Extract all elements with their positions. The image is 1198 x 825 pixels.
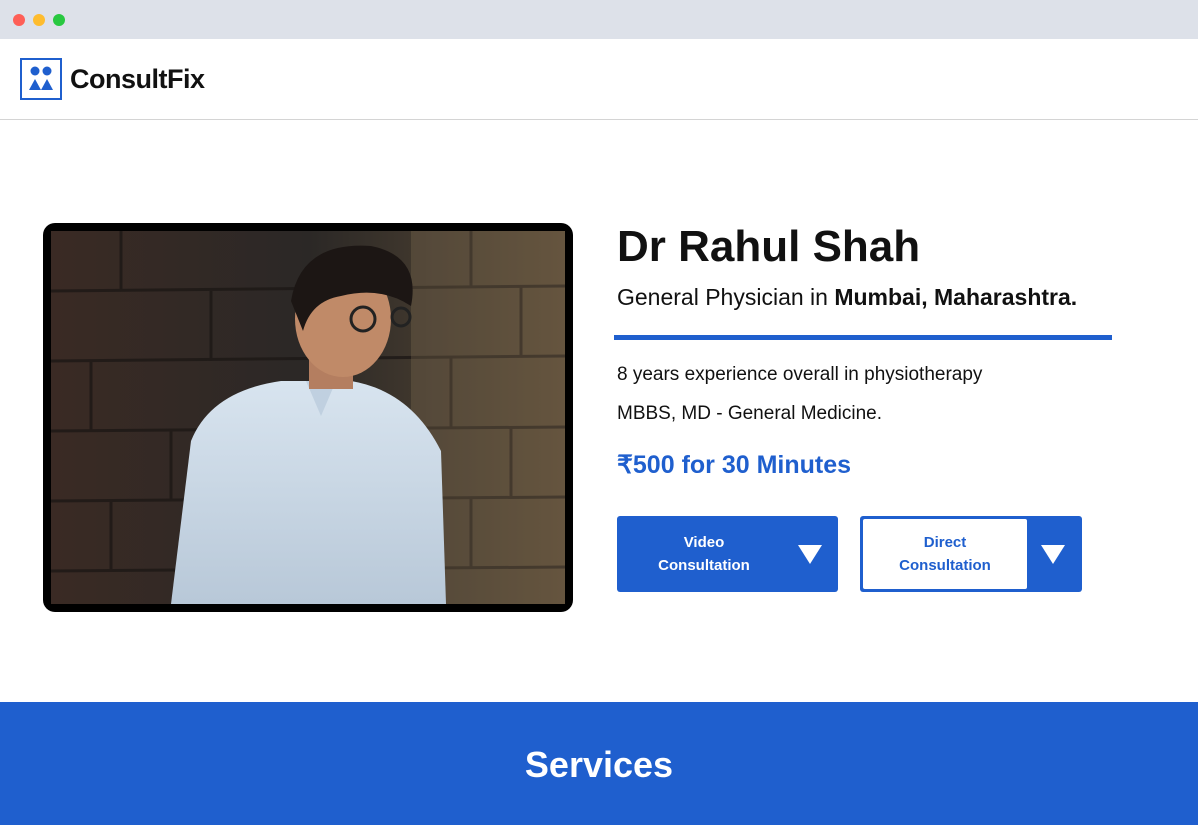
specialty-text: General Physician in (617, 284, 835, 310)
people-icon[interactable] (20, 58, 62, 100)
video-label-line2: Consultation (658, 557, 750, 574)
minimize-window-button[interactable] (33, 14, 45, 26)
direct-label-line1: Direct (923, 534, 967, 551)
services-section: Services (0, 702, 1198, 825)
brand-name[interactable]: ConsultFix (70, 64, 205, 95)
direct-consultation-label: Direct Consultation (870, 531, 1020, 577)
doctor-name: Dr Rahul Shah (617, 222, 921, 271)
close-window-button[interactable] (13, 14, 25, 26)
consultation-price: ₹500 for 30 Minutes (617, 451, 852, 479)
video-label-line1: Video (683, 534, 725, 551)
doctor-specialty: General Physician in Mumbai, Maharashtra… (617, 284, 1077, 311)
section-divider (614, 335, 1112, 340)
maximize-window-button[interactable] (53, 14, 65, 26)
chevron-down-icon[interactable] (798, 545, 822, 564)
direct-consultation-button[interactable]: Direct Consultation (860, 516, 1082, 592)
site-header: ConsultFix (0, 39, 1198, 120)
doctor-photo (43, 223, 573, 612)
doctor-location: Mumbai, Maharashtra. (834, 284, 1078, 310)
video-consultation-button[interactable]: Video Consultation (617, 516, 838, 592)
chevron-down-icon[interactable] (1041, 545, 1065, 564)
direct-label-line2: Consultation (899, 557, 991, 574)
doctor-qualifications: MBBS, MD - General Medicine. (617, 403, 883, 424)
browser-titlebar (0, 0, 1198, 39)
services-heading: Services (524, 744, 674, 785)
doctor-experience: 8 years experience overall in physiother… (617, 364, 983, 385)
video-consultation-label: Video Consultation (629, 531, 779, 577)
